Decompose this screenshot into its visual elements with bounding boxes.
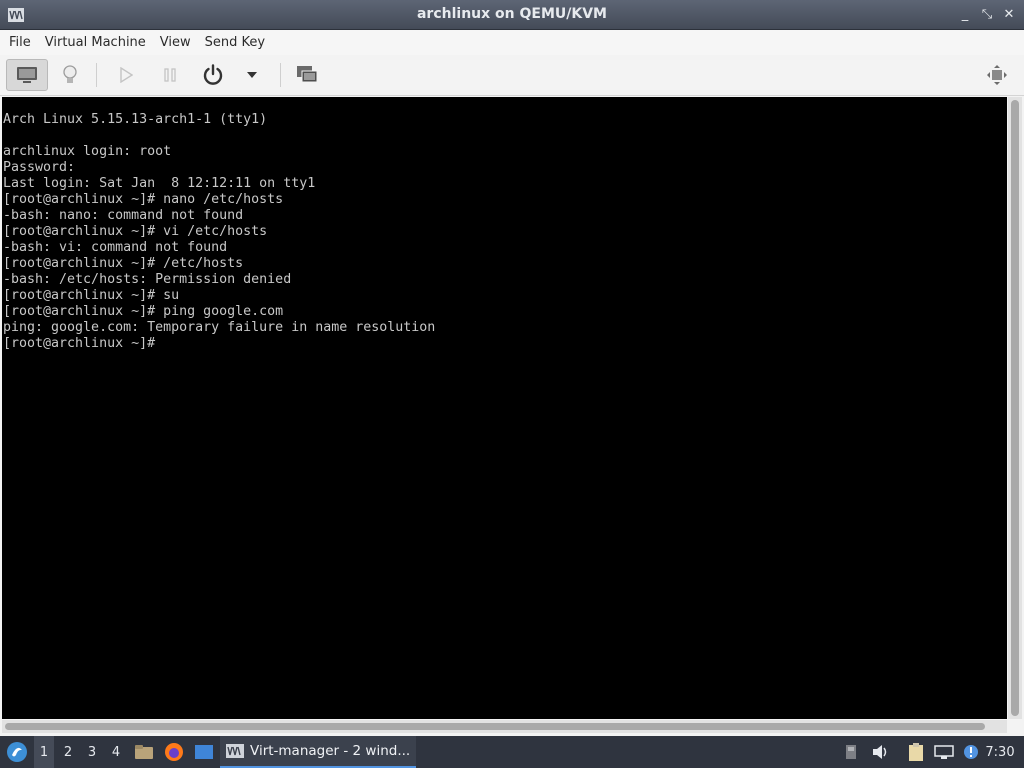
menu-bar: File Virtual Machine View Send Key [0, 30, 1024, 55]
monitor-icon [17, 67, 37, 83]
distro-logo-icon [7, 742, 27, 762]
workspace-3[interactable]: 3 [82, 736, 102, 768]
menu-send-key[interactable]: Send Key [198, 35, 272, 50]
tray-indicator[interactable] [842, 736, 860, 768]
network-button[interactable] [932, 736, 956, 768]
menu-virtual-machine[interactable]: Virtual Machine [38, 35, 153, 50]
firefox-launcher[interactable] [162, 736, 186, 768]
console-line: -bash: vi: command not found [3, 240, 228, 255]
vm-console-display[interactable]: Arch Linux 5.15.13-arch1-1 (tty1) archli… [2, 97, 1007, 719]
show-details-button[interactable] [56, 59, 84, 91]
notifications-button[interactable] [960, 736, 982, 768]
volume-button[interactable] [870, 736, 892, 768]
console-line: [root@archlinux ~]# nano /etc/hosts [3, 192, 284, 207]
taskbar: 1 2 3 4 Virt-manager - 2 wind... 7:30 [0, 736, 1024, 768]
network-icon [934, 745, 954, 759]
pause-button[interactable] [156, 59, 184, 91]
console-line: [root@archlinux ~]# vi /etc/hosts [3, 224, 268, 239]
taskbar-task-virt-manager[interactable]: Virt-manager - 2 wind... [220, 736, 416, 768]
trash-icon [846, 745, 856, 759]
snapshots-button[interactable] [292, 59, 322, 91]
file-manager-launcher[interactable] [132, 736, 156, 768]
firefox-icon [165, 743, 183, 761]
window-controls: _ ⤡ ✕ [958, 7, 1016, 23]
clipboard-icon [909, 743, 923, 761]
screens-icon [297, 66, 318, 83]
console-line: -bash: /etc/hosts: Permission denied [3, 272, 292, 287]
task-label: Virt-manager - 2 wind... [250, 743, 411, 759]
clock[interactable]: 7:30 [982, 736, 1018, 768]
clipboard-button[interactable] [904, 736, 928, 768]
window-icon [195, 745, 213, 759]
console-line: -bash: nano: command not found [3, 208, 244, 223]
restore-button[interactable]: ⤡ [980, 7, 994, 23]
fullscreen-button[interactable] [982, 59, 1012, 91]
close-button[interactable]: ✕ [1002, 7, 1016, 23]
shutdown-button[interactable] [198, 59, 228, 91]
vertical-scrollbar[interactable] [1008, 97, 1022, 719]
power-icon [203, 64, 223, 85]
lightbulb-icon [63, 65, 77, 83]
console-line: Password: [3, 160, 76, 175]
fullscreen-icon [987, 65, 1007, 85]
toolbar [0, 55, 1024, 96]
start-menu-button[interactable] [2, 736, 32, 768]
toolbar-separator [280, 63, 281, 87]
show-console-button[interactable] [6, 59, 48, 91]
horizontal-scrollbar[interactable] [2, 720, 1007, 733]
console-line: archlinux login: root [3, 144, 172, 159]
console-prompt-line: [root@archlinux ~]# [3, 336, 156, 351]
folder-icon [135, 745, 153, 759]
toolbar-separator [96, 63, 97, 87]
notification-icon [964, 745, 978, 759]
menu-view[interactable]: View [153, 35, 198, 50]
desktop-launcher[interactable] [192, 736, 216, 768]
console-line: [root@archlinux ~]# su [3, 288, 180, 303]
horizontal-scrollbar-thumb[interactable] [5, 723, 985, 730]
vertical-scrollbar-thumb[interactable] [1011, 100, 1019, 716]
dropdown-arrow-icon [247, 72, 257, 78]
console-line: ping: google.com: Temporary failure in n… [3, 320, 436, 335]
run-button[interactable] [112, 59, 140, 91]
console-line: Arch Linux 5.15.13-arch1-1 (tty1) [3, 112, 268, 127]
console-line: [root@archlinux ~]# ping google.com [3, 304, 284, 319]
workspace-2[interactable]: 2 [58, 736, 78, 768]
minimize-button[interactable]: _ [958, 7, 972, 23]
pause-icon [164, 68, 176, 82]
window-title: archlinux on QEMU/KVM [416, 6, 607, 22]
title-bar[interactable]: archlinux on QEMU/KVM _ ⤡ ✕ [0, 0, 1024, 30]
console-line: Last login: Sat Jan 8 12:12:11 on tty1 [3, 176, 316, 191]
play-icon [120, 67, 133, 83]
virt-manager-window: archlinux on QEMU/KVM _ ⤡ ✕ File Virtual… [0, 0, 1024, 736]
speaker-icon [873, 745, 887, 759]
shutdown-menu-button[interactable] [238, 59, 266, 91]
virt-manager-task-icon [226, 744, 244, 758]
workspace-4[interactable]: 4 [106, 736, 126, 768]
menu-file[interactable]: File [2, 35, 38, 50]
workspace-1[interactable]: 1 [34, 736, 54, 768]
console-line: [root@archlinux ~]# /etc/hosts [3, 256, 244, 271]
